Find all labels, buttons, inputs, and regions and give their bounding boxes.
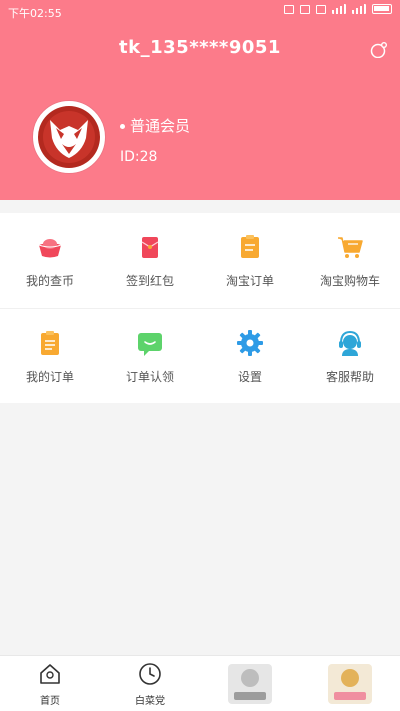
page-title: tk_135****9051	[119, 37, 281, 58]
tab-mine[interactable]	[300, 656, 400, 711]
tab-baicaidang-label: 白菜党	[135, 696, 165, 707]
red-envelope-icon	[141, 237, 159, 258]
menu-item-label: 淘宝订单	[225, 274, 274, 288]
clock-icon	[139, 663, 161, 685]
signal-icon	[332, 4, 346, 14]
menu-item-my-coins[interactable]: 我的查币	[0, 213, 100, 308]
fox-mask-icon	[38, 106, 100, 168]
avatar[interactable]	[33, 101, 105, 173]
sim-icon	[284, 4, 294, 14]
usb-icon	[300, 4, 310, 14]
profile-header: 下午02:55 tk_135****9051 普通会员 ID:28	[0, 0, 400, 200]
menu-item-label: 我的查币	[25, 274, 74, 288]
menu-item-settings[interactable]: 设置	[200, 309, 300, 404]
message-icon[interactable]	[370, 42, 388, 58]
member-level-label: 普通会员	[130, 117, 191, 135]
shopping-cart-icon	[338, 237, 363, 258]
menu-item-label: 设置	[237, 370, 262, 384]
tab-baicaidang[interactable]: 白菜党	[100, 656, 200, 711]
customer-service-icon	[339, 330, 361, 356]
level-dot	[120, 124, 125, 129]
menu-item-label: 淘宝购物车	[319, 274, 380, 288]
menu-item-label: 订单认领	[125, 370, 174, 384]
clipboard-icon	[41, 331, 59, 355]
menu-row: 我的查币 签到红包 淘宝订单 淘宝购物车	[0, 213, 400, 308]
gold-ingot-icon	[38, 239, 62, 258]
chat-claim-icon	[138, 333, 162, 356]
mine-tab-image	[328, 664, 372, 704]
menu-item-customer-service[interactable]: 客服帮助	[300, 309, 400, 404]
menu-item-taobao-cart[interactable]: 淘宝购物车	[300, 213, 400, 308]
tab-coupon[interactable]	[200, 656, 300, 711]
bottom-tab-bar: 首页 白菜党	[0, 655, 400, 711]
wifi-signal-icon	[352, 4, 366, 14]
menu-row: 我的订单 订单认领 设置 客服帮助	[0, 308, 400, 403]
coupon-tab-image	[228, 664, 272, 704]
menu-item-label: 客服帮助	[325, 370, 374, 384]
menu-item-label: 签到红包	[125, 274, 174, 288]
battery-icon	[372, 4, 392, 14]
menu-item-label: 我的订单	[25, 370, 74, 384]
home-icon	[40, 664, 60, 684]
tab-home-label: 首页	[40, 696, 60, 707]
taobao-order-icon	[241, 235, 259, 258]
tab-home[interactable]: 首页	[0, 656, 100, 711]
status-icons	[284, 4, 392, 14]
user-id: ID:28	[120, 149, 158, 165]
gear-icon	[237, 330, 263, 356]
menu-item-taobao-orders[interactable]: 淘宝订单	[200, 213, 300, 308]
menu-item-sign-in-redpacket[interactable]: 签到红包	[100, 213, 200, 308]
menu-item-order-claim[interactable]: 订单认领	[100, 309, 200, 404]
member-level: 普通会员	[120, 115, 190, 136]
menu-item-my-orders[interactable]: 我的订单	[0, 309, 100, 404]
menu-grid: 我的查币 签到红包 淘宝订单 淘宝购物车 我的订单 订单认领 设置 客服帮助	[0, 213, 400, 403]
status-time: 下午02:55	[8, 7, 62, 20]
status-bar: 下午02:55	[0, 0, 400, 24]
alarm-icon	[316, 4, 326, 14]
